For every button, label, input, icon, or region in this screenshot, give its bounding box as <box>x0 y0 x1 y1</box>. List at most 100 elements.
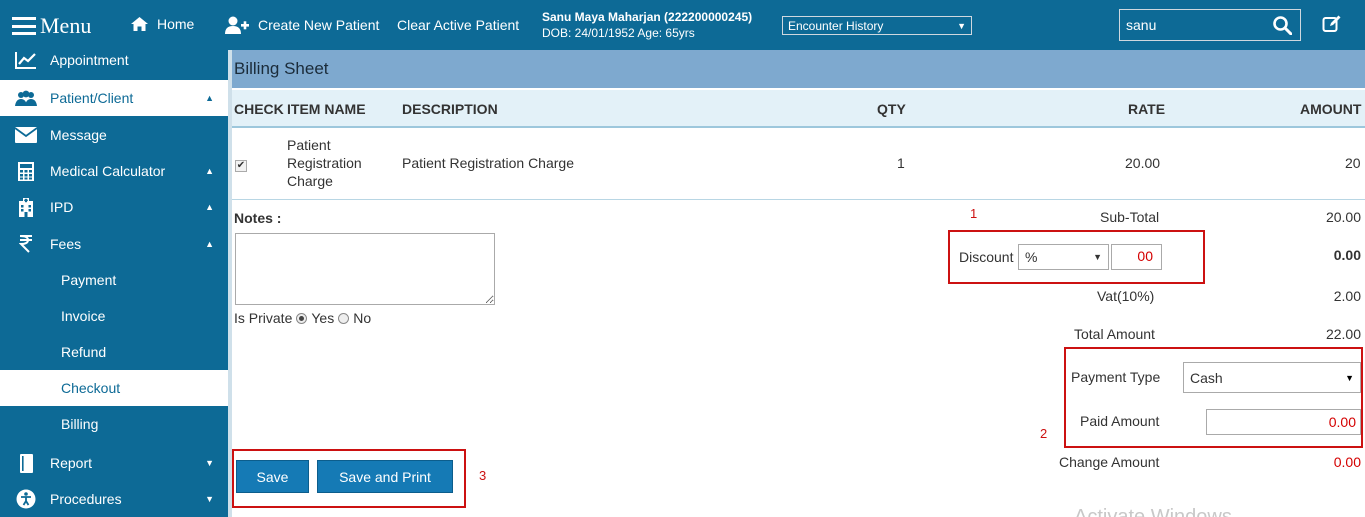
payment-type-select[interactable]: Cash ▼ <box>1183 362 1361 393</box>
book-icon <box>14 453 38 473</box>
col-rate: RATE <box>1128 101 1166 117</box>
dropdown-arrow-icon: ▼ <box>1345 372 1354 383</box>
discount-type-select[interactable]: % ▼ <box>1018 244 1109 270</box>
sidebar-item-label: IPD <box>50 199 74 215</box>
sidebar-subitem-invoice[interactable]: Invoice <box>0 298 228 334</box>
add-user-icon <box>225 16 249 34</box>
total-amount-label: Total Amount <box>1074 326 1155 342</box>
row-amount: 20 <box>1345 155 1361 171</box>
billing-table-header: CHECK ITEM NAME DESCRIPTION QTY RATE AMO… <box>232 90 1365 128</box>
sidebar-item-label: Procedures <box>50 491 122 507</box>
sidebar-item-appointment[interactable]: Appointment <box>0 42 228 78</box>
row-qty: 1 <box>897 155 905 171</box>
col-amount: AMOUNT <box>1300 101 1362 117</box>
home-icon <box>131 17 148 31</box>
sidebar-item-patient-client[interactable]: Patient/Client ▲ <box>0 80 228 116</box>
annotation-3: 3 <box>479 468 487 483</box>
vat-value: 2.00 <box>1333 288 1361 304</box>
menu-label: Menu <box>40 13 92 38</box>
is-private-group: Is Private Yes No <box>234 310 371 326</box>
home-button[interactable]: Home <box>130 16 194 32</box>
caret-down-icon: ▼ <box>205 494 214 504</box>
menu-button[interactable]: Menu <box>12 12 91 40</box>
encounter-history-value: Encounter History <box>788 18 884 33</box>
edit-icon <box>1322 15 1341 32</box>
change-amount-value: 0.00 <box>1333 454 1361 470</box>
sidebar-subitem-billing[interactable]: Billing <box>0 406 228 442</box>
search-icon[interactable] <box>1273 15 1292 35</box>
item-name-line: Charge <box>287 173 333 189</box>
search-value: sanu <box>1126 17 1157 33</box>
subtotal-value: 20.00 <box>1325 209 1361 225</box>
annotation-2: 2 <box>1040 426 1048 441</box>
caret-up-icon: ▲ <box>205 202 214 212</box>
billing-sheet-panel: Billing Sheet CHECK ITEM NAME DESCRIPTIO… <box>232 50 1365 517</box>
sidebar-item-medical-calculator[interactable]: Medical Calculator ▲ <box>0 153 228 189</box>
change-amount-label: Change Amount <box>1059 454 1160 470</box>
active-patient-info: Sanu Maya Maharjan (222200000245) DOB: 2… <box>542 9 752 41</box>
is-private-label: Is Private <box>234 310 293 326</box>
paid-amount-input[interactable]: 0.00 <box>1206 409 1361 435</box>
home-label: Home <box>157 16 195 32</box>
create-new-patient-button[interactable]: Create New Patient <box>225 16 379 34</box>
row-checkbox[interactable]: ✔ <box>235 160 247 172</box>
users-icon <box>14 88 38 108</box>
rupee-icon <box>14 234 38 254</box>
create-new-patient-label: Create New Patient <box>258 17 380 33</box>
private-yes-label: Yes <box>311 310 335 326</box>
discount-label: Discount <box>959 249 1014 265</box>
caret-down-icon: ▼ <box>205 458 214 468</box>
envelope-icon <box>14 125 38 145</box>
sidebar-subitem-refund[interactable]: Refund <box>0 334 228 370</box>
sidebar: Appointment Patient/Client ▲ Message Med… <box>0 50 228 517</box>
item-name-line: Registration <box>287 155 362 171</box>
edit-button[interactable] <box>1322 14 1342 37</box>
clear-active-patient-label: Clear Active Patient <box>397 17 520 33</box>
caret-up-icon: ▲ <box>205 166 214 176</box>
payment-type-label: Payment Type <box>1071 369 1161 385</box>
discount-value: 0.00 <box>1333 247 1361 263</box>
annotation-1: 1 <box>970 206 978 221</box>
dropdown-arrow-icon: ▼ <box>957 20 966 31</box>
private-yes-radio[interactable] <box>296 312 308 324</box>
sidebar-subitem-payment[interactable]: Payment <box>0 262 228 298</box>
private-no-label: No <box>353 310 372 326</box>
subtotal-label: Sub-Total <box>1100 209 1160 225</box>
notes-textarea[interactable] <box>235 233 495 305</box>
private-no-radio[interactable] <box>338 312 350 324</box>
patient-search-input[interactable]: sanu <box>1119 9 1301 41</box>
col-item-name: ITEM NAME <box>287 101 366 117</box>
dropdown-arrow-icon: ▼ <box>1093 252 1102 262</box>
patient-name: Sanu Maya Maharjan (222200000245) <box>542 10 753 24</box>
discount-input[interactable]: 00 <box>1111 244 1162 270</box>
vat-label: Vat(10%) <box>1097 288 1155 304</box>
accessibility-icon <box>14 489 38 509</box>
activate-windows-watermark: Activate Windows <box>1074 506 1232 517</box>
calculator-icon <box>14 161 38 181</box>
sidebar-item-label: Appointment <box>50 52 129 68</box>
col-qty: QTY <box>877 101 906 117</box>
sidebar-item-message[interactable]: Message <box>0 117 228 153</box>
sidebar-subitem-checkout[interactable]: Checkout <box>0 370 228 406</box>
row-description: Patient Registration Charge <box>402 155 574 171</box>
sidebar-item-label: Medical Calculator <box>50 163 166 179</box>
discount-type-value: % <box>1025 249 1038 265</box>
save-button[interactable]: Save <box>236 460 309 493</box>
sidebar-item-procedures[interactable]: Procedures ▼ <box>0 481 228 517</box>
total-amount-value: 22.00 <box>1325 326 1361 342</box>
sidebar-item-label: Patient/Client <box>50 90 134 106</box>
encounter-history-select[interactable]: Encounter History ▼ <box>782 16 972 35</box>
row-rate: 20.00 <box>1125 155 1161 171</box>
sidebar-item-ipd[interactable]: IPD ▲ <box>0 189 228 225</box>
billing-sheet-title: Billing Sheet <box>232 50 1365 88</box>
hospital-icon <box>14 197 38 217</box>
paid-amount-label: Paid Amount <box>1080 413 1160 429</box>
save-and-print-button[interactable]: Save and Print <box>317 460 453 493</box>
notes-label: Notes : <box>234 210 282 226</box>
table-row: ✔ Patient Registration Charge Patient Re… <box>232 130 1365 200</box>
clear-active-patient-button[interactable]: Clear Active Patient <box>397 17 519 33</box>
hamburger-icon <box>12 17 36 35</box>
sidebar-item-fees[interactable]: Fees ▲ <box>0 226 228 262</box>
sidebar-item-label: Fees <box>50 236 82 252</box>
sidebar-item-report[interactable]: Report ▼ <box>0 445 228 481</box>
